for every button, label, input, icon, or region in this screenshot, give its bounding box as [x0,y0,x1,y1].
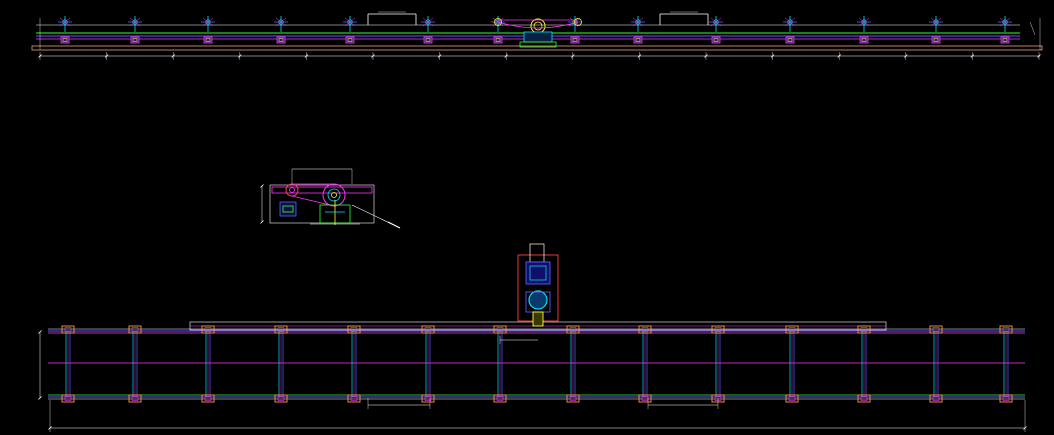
roller-support-block [1000,36,1010,44]
plan-gearbox [525,261,551,285]
plan-coupling [528,290,548,310]
cad-drawing-canvas[interactable] [0,0,1054,435]
roller-support-block [345,36,355,44]
model-space-background [0,0,1054,435]
roller-support-block [859,36,869,44]
detail-bearing-block [279,201,297,217]
roller-support-block [493,36,503,44]
roller-support-block [203,36,213,44]
plan-output-shaft [532,311,544,327]
roller-support-block [711,36,721,44]
drive-gearbox [523,31,553,43]
roller-support-block [276,36,286,44]
roller-support-block [633,36,643,44]
roller-support-block [423,36,433,44]
roller-support-block [60,36,70,44]
roller-support-block [570,36,580,44]
roller-support-block [931,36,941,44]
roller-support-block [130,36,140,44]
roller-support-block [785,36,795,44]
